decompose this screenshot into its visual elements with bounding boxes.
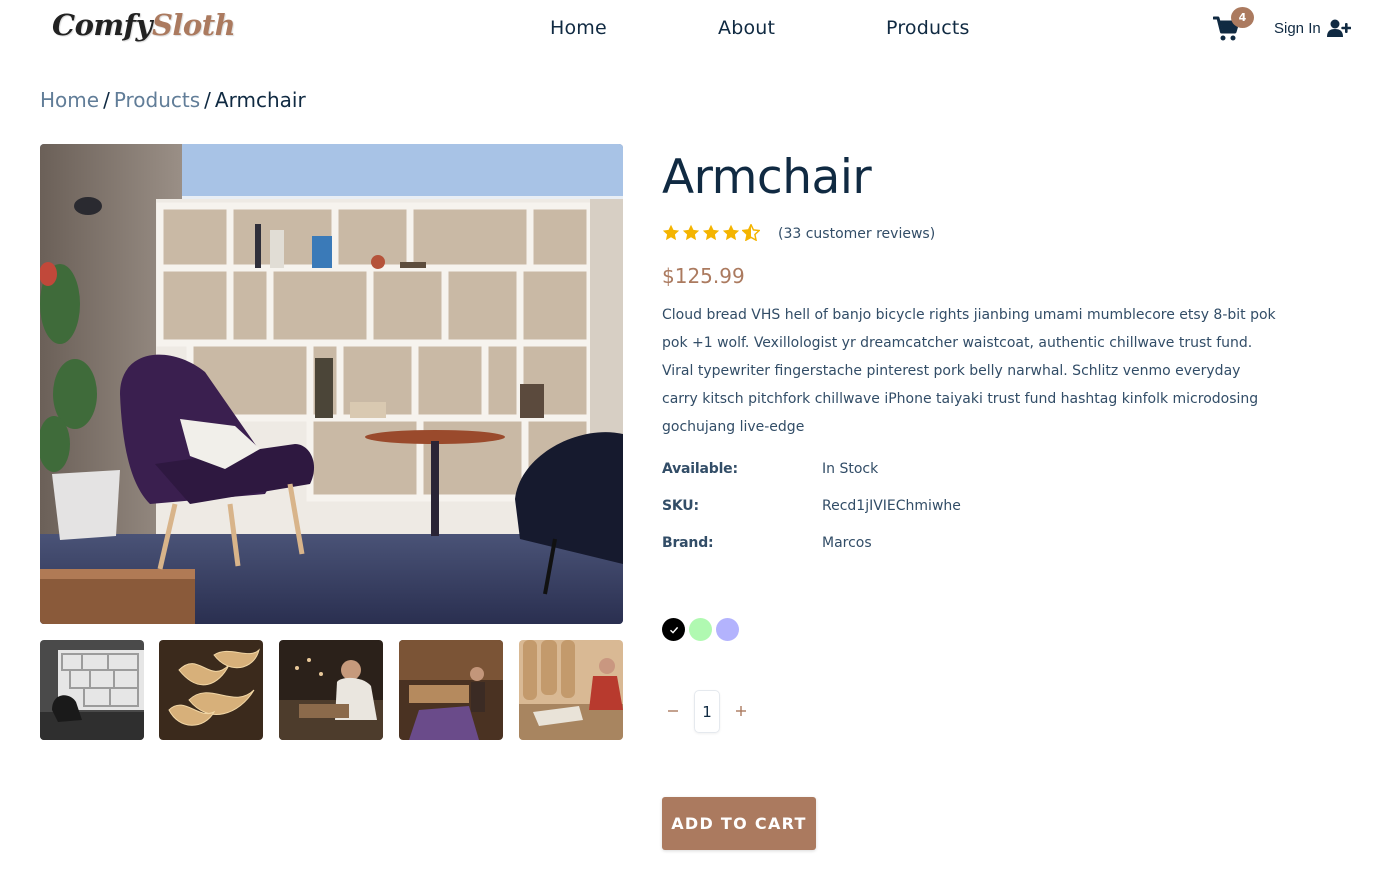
info-row-sku: SKU: Recd1jIVIEChmiwhe — [662, 498, 961, 514]
breadcrumb-separator: / — [103, 88, 110, 112]
star-full-icon — [682, 224, 700, 241]
info-value: In Stock — [822, 461, 879, 477]
plus-icon — [736, 705, 746, 716]
star-full-icon — [702, 224, 720, 241]
thumbnail-1[interactable] — [40, 640, 144, 740]
thumbnail-4[interactable] — [399, 640, 503, 740]
breadcrumb-separator: / — [204, 88, 211, 112]
star-half-icon — [742, 224, 760, 241]
nav-link-home[interactable]: Home — [550, 17, 607, 39]
nav-link-products[interactable]: Products — [886, 17, 970, 39]
color-swatch[interactable] — [689, 618, 712, 641]
thumbnail-5[interactable] — [519, 640, 623, 740]
cart-count-badge: 4 — [1231, 7, 1254, 28]
color-swatch[interactable] — [716, 618, 739, 641]
logo[interactable]: ComfySloth — [52, 8, 236, 42]
info-row-available: Available: In Stock — [662, 461, 878, 477]
breadcrumb-products[interactable]: Products — [114, 88, 200, 112]
star-full-icon — [662, 224, 680, 241]
thumbnail-3[interactable] — [279, 640, 383, 740]
main-product-image — [40, 144, 623, 624]
nav-link-about[interactable]: About — [718, 17, 775, 39]
quantity-value[interactable]: 1 — [694, 690, 720, 733]
logo-part-2: Sloth — [151, 8, 236, 42]
add-to-cart-button[interactable]: ADD TO CART — [662, 797, 816, 850]
info-value: Marcos — [822, 535, 872, 551]
quantity-stepper: 1 — [662, 690, 752, 733]
breadcrumb: Home / Products / Armchair — [40, 88, 306, 112]
sign-in-button[interactable]: Sign In — [1274, 19, 1351, 37]
info-label: Available: — [662, 461, 738, 477]
breadcrumb-current: Armchair — [214, 88, 306, 112]
logo-part-1: Comfy — [52, 8, 152, 42]
rating-stars — [662, 224, 760, 241]
info-row-brand: Brand: Marcos — [662, 535, 872, 551]
color-swatches — [662, 618, 739, 641]
navbar: ComfySloth Home About Products 4 Sign In — [0, 0, 1382, 60]
review-count[interactable]: (33 customer reviews) — [778, 226, 935, 242]
color-swatch[interactable] — [662, 618, 685, 641]
product-description: Cloud bread VHS hell of banjo bicycle ri… — [662, 307, 1276, 435]
sign-in-label: Sign In — [1274, 19, 1321, 37]
info-label: SKU: — [662, 498, 699, 514]
info-value: Recd1jIVIEChmiwhe — [822, 498, 961, 514]
user-plus-icon — [1326, 19, 1351, 37]
decrease-button[interactable] — [662, 702, 684, 722]
product-title: Armchair — [662, 150, 872, 205]
breadcrumb-home[interactable]: Home — [40, 88, 99, 112]
info-label: Brand: — [662, 535, 714, 551]
increase-button[interactable] — [730, 702, 752, 722]
check-icon — [669, 626, 678, 634]
minus-icon — [668, 709, 678, 712]
star-full-icon — [722, 224, 740, 241]
product-price: $125.99 — [662, 264, 745, 288]
thumbnail-2[interactable] — [159, 640, 263, 740]
